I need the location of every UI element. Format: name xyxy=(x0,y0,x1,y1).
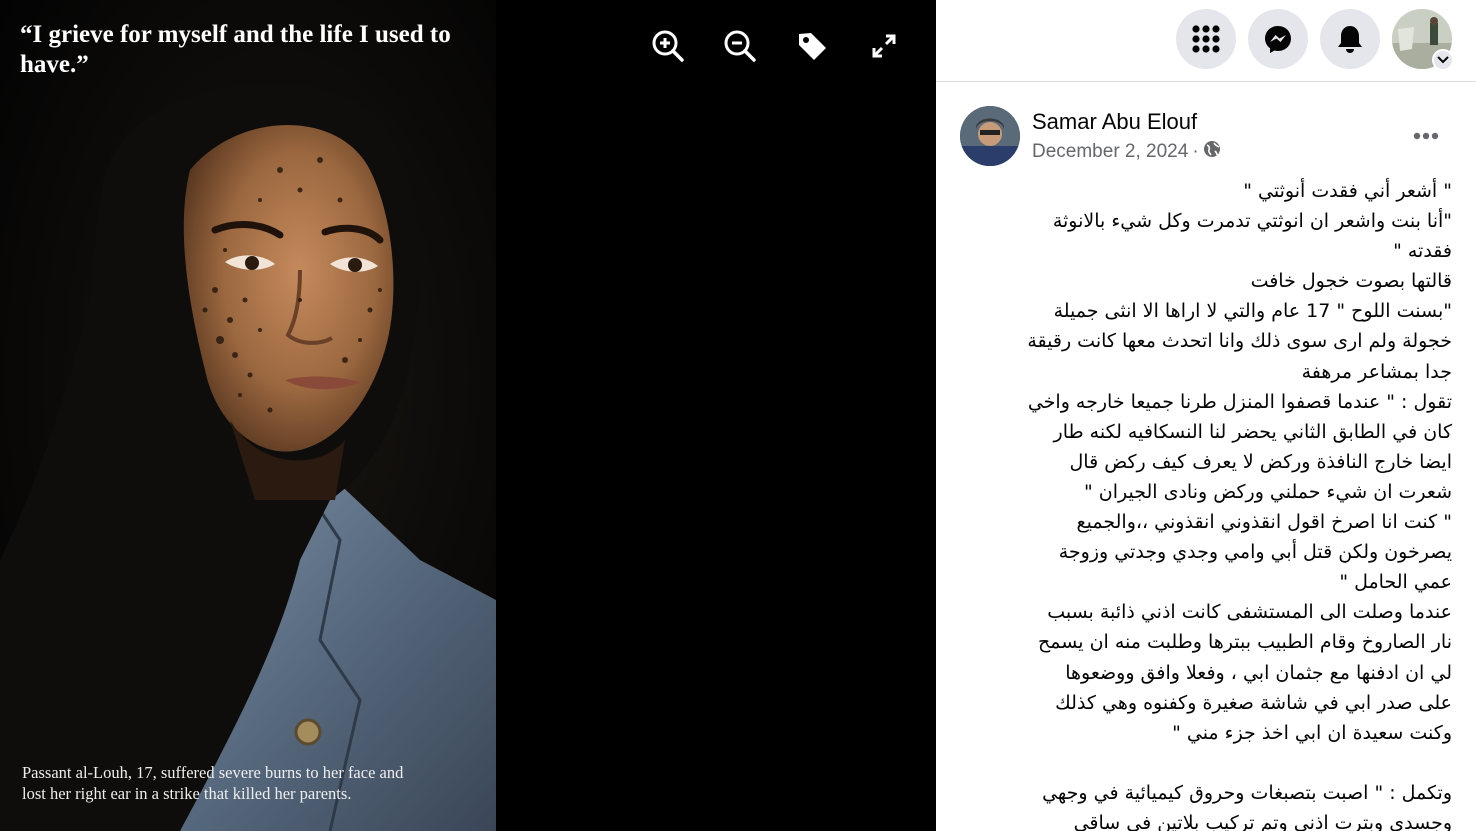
post-line: ايضا خارج النافذة وركض لا يعرف كيف ركض ق… xyxy=(1069,450,1453,473)
post-line: شعرت ان شيء حملني وركض ونادى الجيران " xyxy=(1083,480,1452,503)
author-avatar[interactable] xyxy=(960,106,1020,166)
tag-icon[interactable] xyxy=(794,28,830,64)
notifications-bell-icon[interactable] xyxy=(1320,9,1380,69)
media-viewer: “I grieve for myself and the life I used… xyxy=(0,0,936,831)
post-line: نار الصاروخ وقام الطبيب ببترها وطلبت منه… xyxy=(1038,631,1452,654)
globe-icon[interactable] xyxy=(1203,140,1221,164)
post-text: " أشعر أني فقدت أنوثتي " "أنا بنت واشعر … xyxy=(960,176,1452,831)
chevron-down-icon[interactable] xyxy=(1432,49,1454,71)
meta-separator: · xyxy=(1192,141,1199,162)
zoom-in-icon[interactable] xyxy=(650,28,686,64)
post-line: لي ان ادفنها مع جثمان ابي ، وفعلا وافق و… xyxy=(1065,661,1452,684)
photo-caption: Passant al-Louh, 17, suffered severe bur… xyxy=(22,763,404,803)
post-line: عندما وصلت الى المستشفى كانت اذني ذائبة … xyxy=(1047,601,1452,624)
post-line: كان في الطابق الثاني يحضر لنا النسكافيه … xyxy=(1053,420,1452,443)
menu-grid-icon[interactable] xyxy=(1176,9,1236,69)
post-panel: Samar Abu Elouf December 2, 2024 · " أشع… xyxy=(936,0,1476,831)
post-line: يصرخون ولكن قتل أبي وامي وجدي وجدتي وزوج… xyxy=(1058,541,1452,564)
post-line: " كنت انا اصرخ اقول انقذوني انقذوني ،،وا… xyxy=(1076,511,1452,534)
post-line: وجسدي وبترت اذني وتم تركيب بلاتين في ساق… xyxy=(1073,811,1452,831)
post-line: "بسنت اللوح " 17 عام والتي لا اراها الا … xyxy=(1053,300,1452,323)
post-meta: December 2, 2024 · xyxy=(1032,140,1221,164)
post-line: على صدر ابي في شاشة صغيرة وكفنوه وهي كذل… xyxy=(1055,691,1452,714)
post-line: جدا بمشاعر مرهفة xyxy=(1301,360,1452,383)
post-line: خجولة ولم ارى سوى ذلك وانا اتحدث معها كا… xyxy=(1027,330,1452,353)
post-line: " أشعر أني فقدت أنوثتي " xyxy=(1243,180,1452,202)
post-line xyxy=(960,748,1452,778)
more-options-icon[interactable] xyxy=(1406,116,1446,156)
messenger-icon[interactable] xyxy=(1248,9,1308,69)
photo-quote: “I grieve for myself and the life I used… xyxy=(20,21,451,78)
post-line: فقدته " xyxy=(1393,240,1452,263)
post-line: عمي الحامل " xyxy=(1339,571,1452,594)
post-line: وتكمل : " اصبت بتصبغات وحروق كيميائية في… xyxy=(1042,781,1452,804)
post-line: قالتها بصوت خجول خافت xyxy=(1250,270,1452,293)
author-name[interactable]: Samar Abu Elouf xyxy=(1032,109,1197,135)
post-line: "أنا بنت واشعر ان انوثتي تدمرت وكل شيء ب… xyxy=(1052,210,1452,233)
zoom-out-icon[interactable] xyxy=(722,28,758,64)
viewer-toolbar xyxy=(650,28,902,64)
post-header: Samar Abu Elouf December 2, 2024 · xyxy=(960,104,1460,168)
post-photo[interactable]: “I grieve for myself and the life I used… xyxy=(0,0,496,831)
post-date[interactable]: December 2, 2024 xyxy=(1032,141,1188,163)
portrait-image xyxy=(0,0,496,831)
post-line: تقول : " عندما قصفوا المنزل طرنا جميعا خ… xyxy=(1027,390,1452,413)
top-navbar xyxy=(936,0,1476,82)
fullscreen-icon[interactable] xyxy=(866,28,902,64)
post-line: وكنت سعيدة ان ابي اخذ جزء مني " xyxy=(1172,721,1452,744)
